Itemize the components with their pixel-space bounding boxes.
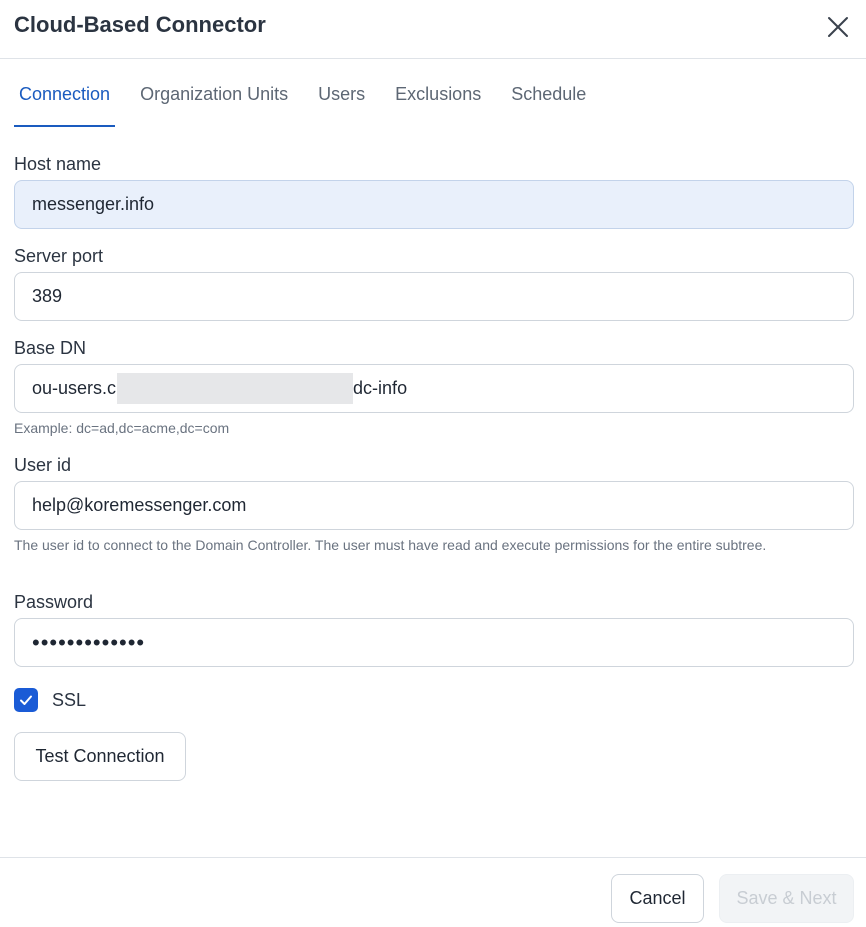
host-name-input[interactable]: messenger.info [14, 180, 854, 229]
user-id-label: User id [14, 455, 72, 475]
tab-bar: Connection Organization Units Users Excl… [14, 60, 601, 127]
password-input[interactable]: ••••••••••••• [14, 618, 854, 667]
user-id-input[interactable]: help@koremessenger.com [14, 481, 854, 530]
ssl-label: SSL [52, 689, 87, 710]
redacted-region [117, 373, 354, 404]
base-dn-value-prefix: ou-users.c [32, 378, 117, 398]
host-name-label: Host name [14, 154, 102, 174]
tab-connection[interactable]: Connection [14, 60, 116, 127]
base-dn-input[interactable]: ou-users.c dc-info [14, 364, 854, 413]
test-connection-button[interactable]: Test Connection [14, 732, 186, 781]
dialog-title: Cloud-Based Connector [14, 12, 266, 37]
save-next-button[interactable]: Save & Next [719, 874, 854, 923]
server-port-label: Server port [14, 246, 104, 266]
base-dn-value-suffix: dc-info [353, 378, 408, 398]
user-id-hint: The user id to connect to the Domain Con… [14, 537, 767, 553]
dialog-header: Cloud-Based Connector [0, 0, 866, 59]
checkmark-icon [20, 695, 32, 705]
base-dn-label: Base DN [14, 338, 87, 358]
tab-exclusions[interactable]: Exclusions [380, 60, 496, 127]
ssl-option[interactable]: SSL [14, 688, 86, 712]
cancel-button[interactable]: Cancel [611, 874, 704, 923]
tab-schedule[interactable]: Schedule [496, 60, 601, 127]
host-name-value: messenger.info [32, 194, 155, 214]
connector-dialog: Cloud-Based Connector Connection Organiz… [0, 0, 866, 927]
user-id-value: help@koremessenger.com [32, 495, 247, 515]
password-label: Password [14, 592, 94, 612]
server-port-input[interactable]: 389 [14, 272, 854, 321]
base-dn-hint: Example: dc=ad,dc=acme,dc=com [14, 420, 230, 436]
close-icon [828, 17, 848, 37]
password-value: ••••••••••••• [32, 629, 146, 655]
tab-organization-units[interactable]: Organization Units [125, 60, 303, 127]
ssl-checkbox[interactable] [14, 688, 38, 712]
close-button[interactable] [824, 13, 852, 41]
tab-users[interactable]: Users [303, 60, 380, 127]
server-port-value: 389 [32, 286, 63, 306]
